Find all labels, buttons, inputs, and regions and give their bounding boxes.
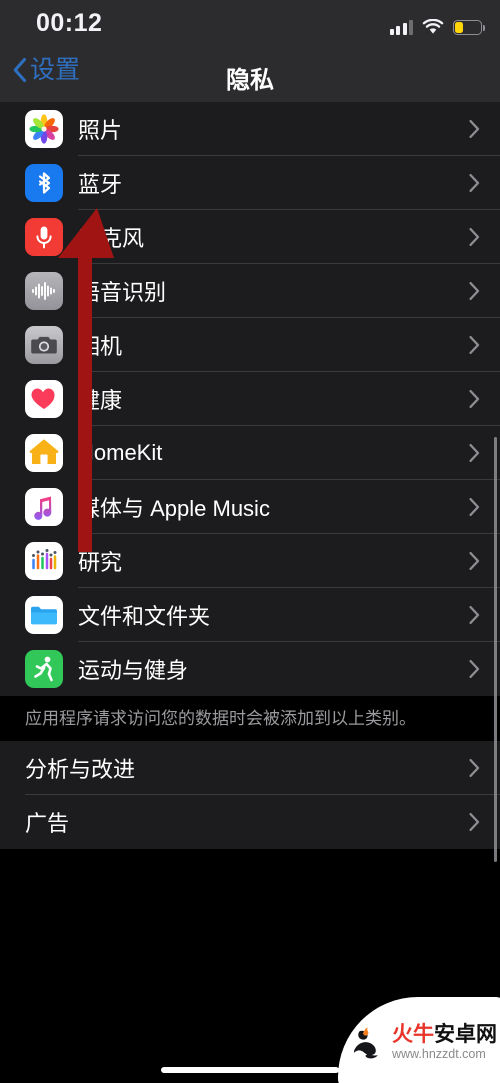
camera-icon — [25, 326, 63, 364]
settings-row-photos[interactable]: 照片 — [0, 102, 500, 156]
watermark-title-hot: 火牛 — [392, 1023, 434, 1047]
chevron-right-icon — [469, 497, 480, 517]
navigation-bar: 设置 隐私 — [0, 46, 500, 102]
chevron-right-icon — [469, 173, 480, 193]
settings-row-bluetooth[interactable]: 蓝牙 — [0, 156, 500, 210]
bluetooth-icon — [25, 164, 63, 202]
settings-row-label: 蓝牙 — [78, 172, 123, 197]
fitness-icon — [25, 650, 63, 688]
music-icon — [25, 488, 63, 526]
files-icon — [25, 596, 63, 634]
watermark-url: www.hnzzdt.com — [392, 1047, 486, 1062]
status-time: 00:12 — [36, 9, 103, 37]
wifi-icon — [422, 18, 444, 35]
settings-row-label: 研究 — [78, 550, 123, 575]
settings-row-label: 分析与改进 — [25, 756, 136, 782]
research-icon — [25, 542, 63, 580]
status-bar: 00:12 — [0, 0, 500, 46]
chevron-right-icon — [469, 389, 480, 409]
home-indicator-bar — [161, 1067, 339, 1073]
chevron-right-icon — [469, 335, 480, 355]
privacy-categories-group: 照片 蓝牙 麦克风 语音识别 相机 健康 HomeKit 媒体与 Apple M… — [0, 102, 500, 696]
settings-row-motion-fitness[interactable]: 运动与健身 — [0, 642, 500, 696]
settings-row-files-and-folders[interactable]: 文件和文件夹 — [0, 588, 500, 642]
settings-row-speech-recognition[interactable]: 语音识别 — [0, 264, 500, 318]
settings-row-label: 麦克风 — [78, 226, 145, 251]
iphone-screen: 00:12 设置 隐私 照片 蓝牙 麦克风 语音识别 相机 健康 HomeKit… — [0, 0, 500, 1083]
settings-row-label: 运动与健身 — [78, 658, 189, 683]
settings-row-homekit[interactable]: HomeKit — [0, 426, 500, 480]
settings-row-label: 照片 — [78, 118, 123, 143]
settings-row-research[interactable]: 研究 — [0, 534, 500, 588]
group-footer-note: 应用程序请求访问您的数据时会被添加到以上类别。 — [0, 696, 500, 741]
settings-row-camera[interactable]: 相机 — [0, 318, 500, 372]
settings-row-label: HomeKit — [78, 440, 163, 465]
privacy-other-group: 分析与改进 广告 — [0, 740, 500, 849]
watermark-title-rest: 安卓网 — [434, 1023, 497, 1047]
homekit-icon — [25, 434, 63, 472]
settings-row-microphone[interactable]: 麦克风 — [0, 210, 500, 264]
cellular-bars-icon — [389, 19, 413, 35]
battery-low-power-icon — [453, 20, 485, 35]
chevron-right-icon — [469, 659, 480, 679]
chevron-right-icon — [469, 281, 480, 301]
settings-row-label: 媒体与 Apple Music — [78, 496, 270, 521]
health-icon — [25, 380, 63, 418]
settings-row-analytics-improvements[interactable]: 分析与改进 — [0, 741, 500, 795]
microphone-icon — [25, 218, 63, 256]
watermark-text: 火牛安卓网 www.hnzzdt.com — [392, 1023, 497, 1062]
chevron-right-icon — [469, 443, 480, 463]
bull-logo-icon — [344, 1020, 390, 1066]
settings-row-label: 语音识别 — [78, 280, 167, 305]
chevron-right-icon — [469, 227, 480, 247]
status-indicators — [389, 13, 485, 35]
settings-list[interactable]: 照片 蓝牙 麦克风 语音识别 相机 健康 HomeKit 媒体与 Apple M… — [0, 102, 500, 1083]
chevron-right-icon — [469, 812, 480, 831]
photos-icon — [25, 110, 63, 148]
settings-row-label: 相机 — [78, 334, 123, 359]
vertical-scrollbar[interactable] — [494, 437, 497, 862]
watermark-title: 火牛安卓网 — [392, 1023, 497, 1046]
settings-row-media-apple-music[interactable]: 媒体与 Apple Music — [0, 480, 500, 534]
settings-row-label: 广告 — [25, 810, 70, 836]
page-title: 隐私 — [226, 67, 274, 94]
chevron-right-icon — [469, 758, 480, 777]
chevron-right-icon — [469, 119, 480, 139]
chevron-right-icon — [469, 605, 480, 625]
speech-icon — [25, 272, 63, 310]
settings-row-advertising[interactable]: 广告 — [0, 795, 500, 849]
settings-row-health[interactable]: 健康 — [0, 372, 500, 426]
settings-row-label: 文件和文件夹 — [78, 604, 211, 629]
settings-row-label: 健康 — [78, 388, 123, 413]
chevron-right-icon — [469, 551, 480, 571]
